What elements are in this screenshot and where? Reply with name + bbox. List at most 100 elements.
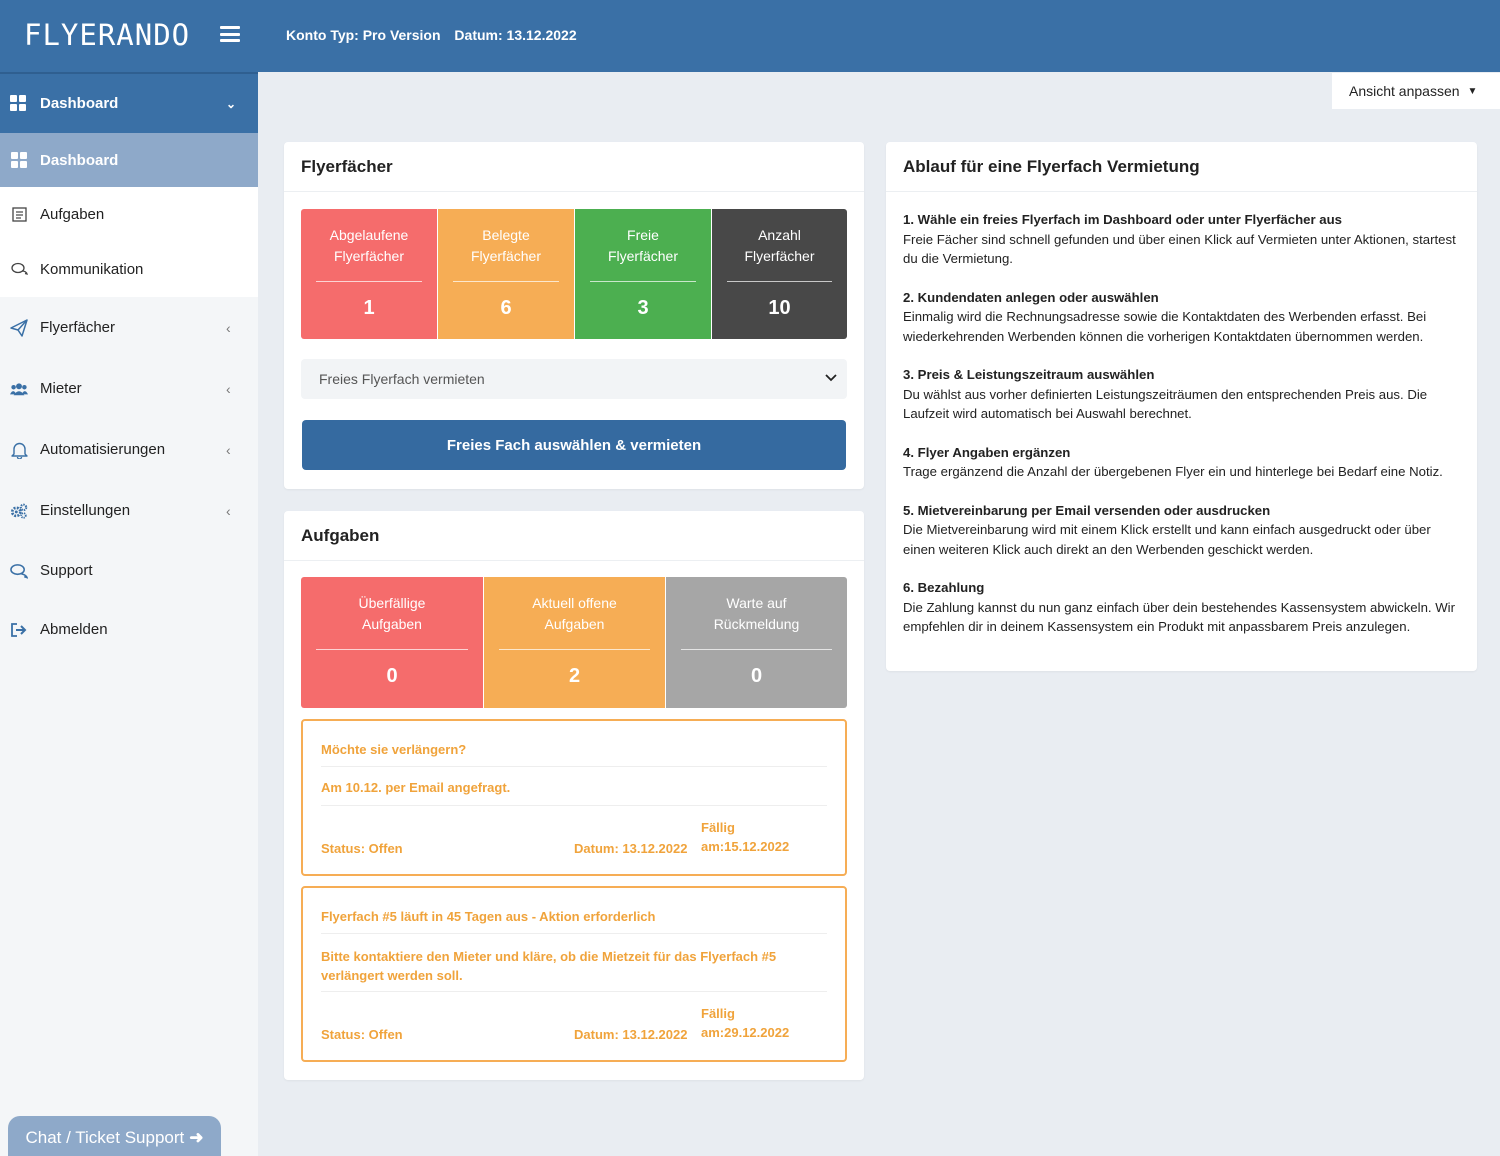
hamburger-menu-icon[interactable] <box>220 26 240 42</box>
stat-label: Belegte Flyerfächer <box>470 227 542 264</box>
sidebar-item-abmelden[interactable]: Abmelden <box>0 600 258 659</box>
step-item: 6. Bezahlung Die Zahlung kannst du nun ga… <box>903 578 1460 637</box>
sidebar-group-label: Dashboard <box>40 95 119 112</box>
stat-value: 3 <box>637 297 649 319</box>
sidebar-item-automatisierungen[interactable]: Automatisierungen ‹ <box>0 419 258 480</box>
task-title: Möchte sie verlängern? <box>321 742 467 757</box>
stat-freie[interactable]: Freie Flyerfächer 3 <box>574 209 711 339</box>
task-card[interactable]: Möchte sie verlängern? Am 10.12. per Ema… <box>301 719 847 876</box>
sidebar-submenu: Dashboard Aufgaben Kommunikation <box>0 133 258 297</box>
step-heading: 2. Kundendaten anlegen oder auswählen <box>903 289 1159 305</box>
step-text: Du wählst aus vorher definierten Leistun… <box>903 386 1428 422</box>
chevron-left-icon: ‹ <box>226 502 231 519</box>
step-item: 5. Mietvereinbarung per Email versenden … <box>903 501 1460 560</box>
sidebar-item-label: Support <box>40 562 93 579</box>
card-title: Aufgaben <box>284 511 864 561</box>
aufgaben-card: Aufgaben Überfällige Aufgaben 0 Aktuell o… <box>284 511 864 1080</box>
task-title: Flyerfach #5 läuft in 45 Tagen aus - Akt… <box>321 909 656 924</box>
task-title-row: Möchte sie verlängern? <box>321 721 827 767</box>
sidebar-item-label: Einstellungen <box>40 502 131 519</box>
task-due: Fällig am:15.12.2022 <box>701 820 790 854</box>
sidebar-item-aufgaben[interactable]: Aufgaben <box>0 187 258 242</box>
step-item: 2. Kundendaten anlegen oder auswählen Ein… <box>903 288 1460 347</box>
sidebar-group-dashboard[interactable]: Dashboard ⌄ <box>0 72 258 133</box>
chat-support-label: Chat / Ticket Support <box>25 1128 185 1147</box>
task-text-row: Bitte kontaktiere den Mieter und kläre, … <box>321 934 827 992</box>
step-heading: 4. Flyer Angaben ergänzen <box>903 444 1071 460</box>
task-due: Fällig am:29.12.2022 <box>701 1006 790 1040</box>
sidebar-item-dashboard[interactable]: Dashboard <box>0 133 258 187</box>
stat-label: Aktuell offene Aufgaben <box>532 595 617 632</box>
stat-value: 0 <box>750 665 763 687</box>
stat-anzahl[interactable]: Anzahl Flyerfächer 10 <box>711 209 847 339</box>
sidebar-item-flyerfaecher[interactable]: Flyerfächer ‹ <box>0 297 258 358</box>
step-item: 3. Preis & Leistungszeitraum auswählen Du… <box>903 365 1460 424</box>
step-heading: 5. Mietvereinbarung per Email versenden … <box>903 502 1271 518</box>
flyerfaecher-stats: Abgelaufene Flyerfächer 1 Belegte Flyerfäc… <box>301 209 847 339</box>
flyerfach-select[interactable]: Freies Flyerfach vermieten <box>301 359 847 399</box>
sidebar-item-support[interactable]: Support <box>0 541 258 600</box>
sidebar: Dashboard ⌄ Dashboard Aufgaben Kommunika… <box>0 72 258 1156</box>
stat-aktuell-offene[interactable]: Aktuell offene Aufgaben 2 <box>483 577 665 708</box>
step-text: Die Mietvereinbarung wird mit einem Klic… <box>903 522 1431 557</box>
chevron-down-icon <box>825 371 837 385</box>
sidebar-item-label: Dashboard <box>40 151 119 169</box>
app-logo[interactable]: FLYERANDO <box>24 18 190 52</box>
chat-bubbles-icon <box>10 261 28 279</box>
step-text: Die Zahlung kannst du nun ganz einfach ü… <box>903 599 1456 635</box>
users-icon <box>10 380 28 398</box>
rent-free-slot-button[interactable]: Freies Fach auswählen & vermieten <box>302 420 846 470</box>
step-heading: 6. Bezahlung <box>903 580 985 595</box>
stat-label: Abgelaufene Flyerfächer <box>329 227 409 264</box>
top-bar: FLYERANDO Konto Typ: Pro Version Datum: … <box>0 0 1500 72</box>
ablauf-card: Ablauf für eine Flyerfach Vermietung 1. … <box>886 142 1477 671</box>
chevron-left-icon: ‹ <box>226 319 231 336</box>
stat-label: Anzahl Flyerfächer <box>744 227 815 264</box>
card-title: Flyerfächer <box>284 142 864 192</box>
task-text: Bitte kontaktiere den Mieter und kläre, … <box>321 949 777 983</box>
account-info: Konto Typ: Pro Version Datum: 13.12.2022 <box>286 27 587 43</box>
sidebar-item-kommunikation[interactable]: Kommunikation <box>0 242 258 297</box>
task-status: Status: Offen <box>321 1027 403 1042</box>
paper-plane-icon <box>10 318 28 337</box>
current-date: Datum: 13.12.2022 <box>454 27 577 43</box>
sidebar-item-mieter[interactable]: Mieter ‹ <box>0 358 258 419</box>
task-date: Datum: 13.12.2022 <box>574 1027 688 1042</box>
caret-down-icon: ▼ <box>1467 85 1478 97</box>
stat-label: Überfällige Aufgaben <box>358 595 426 632</box>
sidebar-item-einstellungen[interactable]: Einstellungen ‹ <box>0 480 258 541</box>
aufgaben-stats: Überfällige Aufgaben 0 Aktuell offene Aufg… <box>301 577 847 708</box>
task-list-icon <box>10 206 28 224</box>
task-meta-row: Status: Offen Datum: 13.12.2022 Fällig am… <box>321 992 827 1060</box>
stat-belegte[interactable]: Belegte Flyerfächer 6 <box>437 209 574 339</box>
task-status: Status: Offen <box>321 841 403 856</box>
sidebar-item-label: Aufgaben <box>40 206 105 223</box>
stat-value: 10 <box>768 297 791 319</box>
stat-value: 2 <box>568 665 581 687</box>
chevron-down-icon: ⌄ <box>226 96 237 111</box>
sidebar-item-label: Mieter <box>40 380 82 397</box>
customize-view-dropdown[interactable]: Ansicht anpassen ▼ <box>1332 73 1500 109</box>
stat-warte-auf-rueckmeldung[interactable]: Warte auf Rückmeldung 0 <box>665 577 847 708</box>
stat-abgelaufene[interactable]: Abgelaufene Flyerfächer 1 <box>301 209 437 339</box>
chat-bubbles-icon <box>10 562 28 580</box>
stat-value: 1 <box>363 297 375 319</box>
flyerfach-select-value: Freies Flyerfach vermieten <box>319 371 485 387</box>
flyerfaecher-card: Flyerfächer Abgelaufene Flyerfächer 1 Bel… <box>284 142 864 489</box>
task-card[interactable]: Flyerfach #5 läuft in 45 Tagen aus - Akt… <box>301 886 847 1062</box>
stat-value: 6 <box>500 297 512 319</box>
chevron-left-icon: ‹ <box>226 441 231 458</box>
gears-icon <box>10 502 28 520</box>
sidebar-main-menu: Flyerfächer ‹ Mieter ‹ Automatisierungen… <box>0 297 258 659</box>
sidebar-item-label: Automatisierungen <box>40 441 166 458</box>
customize-view-label: Ansicht anpassen <box>1349 83 1460 99</box>
step-text: Einmalig wird die Rechnungsadresse sowie… <box>903 309 1427 344</box>
task-text-row: Am 10.12. per Email angefragt. <box>321 767 827 806</box>
sidebar-item-label: Kommunikation <box>40 261 144 278</box>
arrow-right-icon: ➜ <box>189 1128 204 1147</box>
step-heading: 1. Wähle ein freies Flyerfach im Dashboa… <box>903 212 1342 227</box>
stat-ueberfaellige[interactable]: Überfällige Aufgaben 0 <box>301 577 483 708</box>
chat-ticket-support-button[interactable]: Chat / Ticket Support ➜ <box>8 1116 221 1156</box>
dashboard-icon <box>10 94 28 113</box>
task-meta-row: Status: Offen Datum: 13.12.2022 Fällig am… <box>321 806 827 874</box>
